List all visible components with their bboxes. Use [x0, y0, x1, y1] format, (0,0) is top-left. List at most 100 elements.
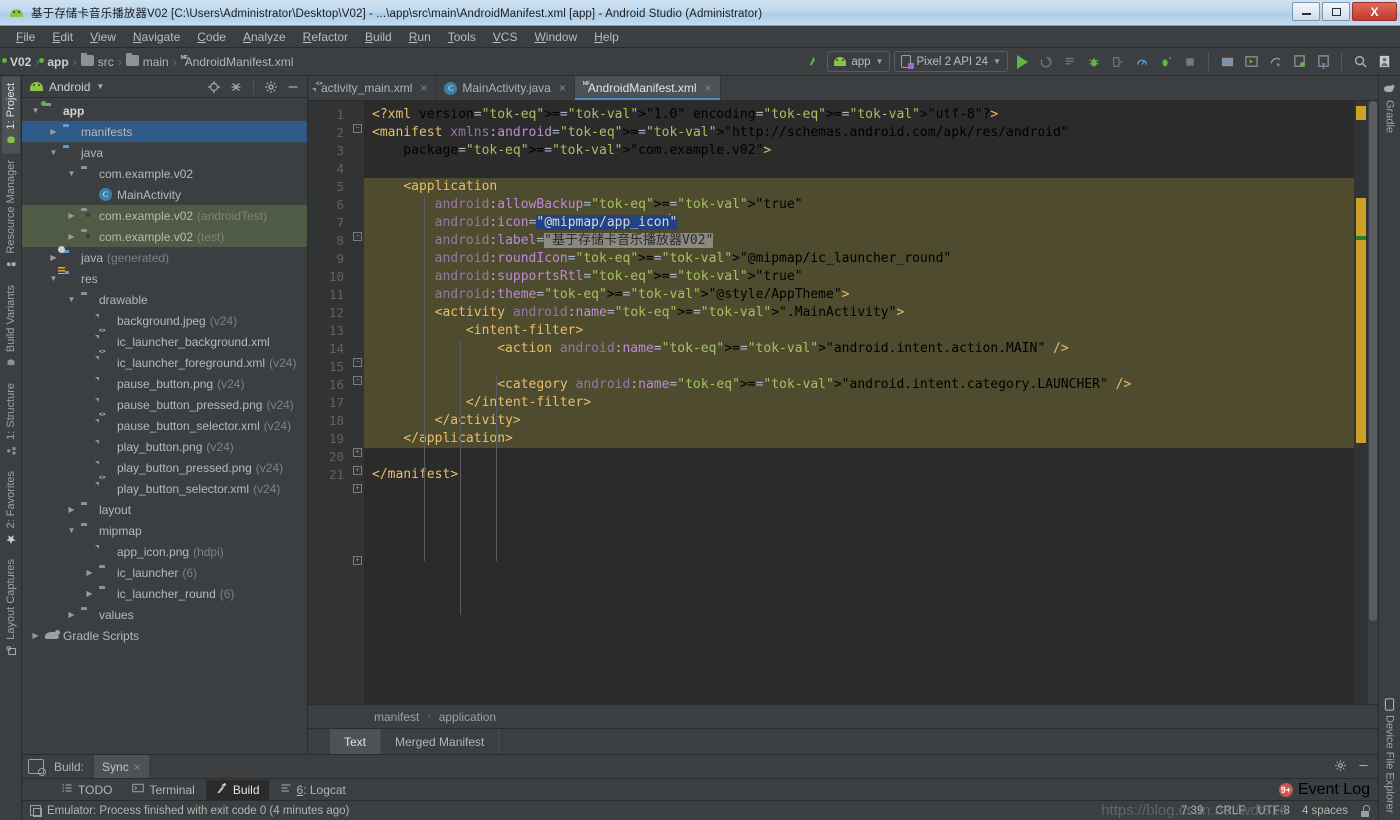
editor-tab-mainactivity-java[interactable]: C MainActivity.java ×: [436, 76, 575, 100]
expand-arrow-icon[interactable]: ▼: [66, 526, 77, 535]
code-line[interactable]: android:roundIcon="tok-eq">=="tok-val">"…: [364, 250, 1354, 268]
fold-marker[interactable]: +: [353, 484, 362, 493]
hide-panel-icon[interactable]: [285, 79, 301, 95]
expand-arrow-icon[interactable]: ▼: [66, 169, 77, 178]
close-icon[interactable]: ×: [705, 81, 712, 95]
tool-window-terminal[interactable]: Terminal: [123, 780, 203, 799]
code-line[interactable]: <activity android:name="tok-eq">=="tok-v…: [364, 304, 1354, 322]
run-icon[interactable]: [1012, 52, 1032, 72]
code-line[interactable]: [364, 160, 1354, 178]
caret-position[interactable]: 7:39: [1181, 805, 1203, 817]
tree-node-gradle-scripts[interactable]: ▶ Gradle Scripts: [22, 625, 307, 646]
event-log-area[interactable]: 9+ Event Log: [1278, 781, 1378, 799]
settings-gear-icon[interactable]: [1334, 759, 1347, 775]
menu-code[interactable]: Code: [189, 28, 234, 46]
fold-marker[interactable]: −: [353, 358, 362, 367]
code-line[interactable]: android:supportsRtl="tok-eq">=="tok-val"…: [364, 268, 1354, 286]
menu-window[interactable]: Window: [526, 28, 585, 46]
code-line[interactable]: android:allowBackup="tok-eq">=="tok-val"…: [364, 196, 1354, 214]
code-line[interactable]: android:label="基于存储卡音乐播放器V02": [364, 232, 1354, 250]
editor-breadcrumb-application[interactable]: application: [439, 710, 496, 724]
maximize-button[interactable]: [1322, 2, 1350, 21]
expand-arrow-icon[interactable]: ▶: [66, 211, 77, 220]
code-line[interactable]: <?xml version="tok-eq">=="tok-val">"1.0"…: [364, 106, 1354, 124]
highlight-marker[interactable]: [1356, 198, 1366, 443]
view-tab-merged-manifest[interactable]: Merged Manifest: [381, 729, 500, 754]
menu-edit[interactable]: Edit: [44, 28, 81, 46]
fold-marker[interactable]: +: [353, 466, 362, 475]
menu-help[interactable]: Help: [586, 28, 627, 46]
menu-navigate[interactable]: Navigate: [125, 28, 188, 46]
code-line[interactable]: <category android:name="tok-eq">=="tok-v…: [364, 376, 1354, 394]
expand-arrow-icon[interactable]: ▶: [84, 337, 95, 346]
tree-node-mainactivity[interactable]: ▶ C MainActivity: [22, 184, 307, 205]
run-coverage-icon[interactable]: [1156, 52, 1176, 72]
tree-node-ic-launcher[interactable]: ▶ ic_launcher (6): [22, 562, 307, 583]
code-line[interactable]: </activity>: [364, 412, 1354, 430]
expand-arrow-icon[interactable]: ▶: [84, 421, 95, 430]
user-icon[interactable]: [1374, 52, 1394, 72]
scrollbar-thumb[interactable]: [1369, 101, 1377, 621]
tree-node-play-button-pressed-png[interactable]: ▶ play_button_pressed.png (v24): [22, 457, 307, 478]
menu-run[interactable]: Run: [401, 28, 439, 46]
sync-gradle-icon[interactable]: [1265, 52, 1285, 72]
tree-node-ic-launcher-background-xml[interactable]: ▶ ic_launcher_background.xml: [22, 331, 307, 352]
code-folding-gutter[interactable]: − − − − + + + +: [350, 101, 364, 704]
line-separator[interactable]: CRLF: [1215, 805, 1245, 817]
stop-icon[interactable]: [1180, 52, 1200, 72]
tree-node-app[interactable]: ▼ app: [22, 100, 307, 121]
right-tab-device-file-explorer[interactable]: Device File Explorer: [1381, 691, 1399, 820]
attach-debugger-icon[interactable]: [1108, 52, 1128, 72]
tree-node-play-button-png[interactable]: ▶ play_button.png (v24): [22, 436, 307, 457]
close-icon[interactable]: ×: [559, 81, 566, 95]
expand-arrow-icon[interactable]: ▶: [84, 568, 95, 577]
debug-icon[interactable]: [1084, 52, 1104, 72]
error-stripe-markbar[interactable]: [1354, 101, 1368, 704]
expand-arrow-icon[interactable]: ▶: [84, 316, 95, 325]
expand-arrow-icon[interactable]: ▶: [84, 442, 95, 451]
tree-node-manifests[interactable]: ▶ manifests: [22, 121, 307, 142]
code-line[interactable]: android:theme="tok-eq">=="tok-val">"@sty…: [364, 286, 1354, 304]
chevron-down-icon[interactable]: ▼: [96, 82, 104, 91]
code-line[interactable]: [364, 358, 1354, 376]
breadcrumb-main[interactable]: main: [125, 52, 169, 69]
change-marker[interactable]: [1356, 236, 1366, 240]
expand-arrow-icon[interactable]: ▶: [84, 358, 95, 367]
tree-node-pause-button-selector-xml[interactable]: ▶ pause_button_selector.xml (v24): [22, 415, 307, 436]
tree-node-com-example-v02[interactable]: ▼ com.example.v02: [22, 163, 307, 184]
code-line[interactable]: </intent-filter>: [364, 394, 1354, 412]
close-icon[interactable]: ×: [134, 760, 141, 774]
close-icon[interactable]: ×: [420, 81, 427, 95]
expand-arrow-icon[interactable]: ▶: [66, 610, 77, 619]
tree-node-java[interactable]: ▼ java: [22, 142, 307, 163]
code-line[interactable]: android:icon="@mipmap/app_icon": [364, 214, 1354, 232]
left-tab-build-variants[interactable]: Build Variants: [2, 278, 20, 376]
code-line[interactable]: <application: [364, 178, 1354, 196]
settings-gear-icon[interactable]: [263, 79, 279, 95]
indent-setting[interactable]: 4 spaces: [1302, 805, 1348, 817]
expand-arrow-icon[interactable]: ▶: [66, 232, 77, 241]
profile-icon[interactable]: [1132, 52, 1152, 72]
left-tab-resource-manager[interactable]: Resource Manager: [2, 153, 20, 278]
tree-node-values[interactable]: ▶ values: [22, 604, 307, 625]
device-manager-icon[interactable]: [1289, 52, 1309, 72]
run-configuration-selector[interactable]: app ▼: [827, 51, 891, 72]
code-line[interactable]: package="tok-eq">=="tok-val">"com.exampl…: [364, 142, 1354, 160]
left-tab-1--project[interactable]: 1: Project: [1, 76, 20, 154]
left-tab-layout-captures[interactable]: Layout Captures: [2, 552, 20, 664]
make-project-icon[interactable]: [803, 52, 823, 72]
project-tree[interactable]: ▼ app ▶ manifests ▼ java ▼ com.example.v02 ▶ C Mai…: [22, 98, 307, 754]
expand-arrow-icon[interactable]: ▶: [84, 589, 95, 598]
tree-node-pause-button-png[interactable]: ▶ pause_button.png (v24): [22, 373, 307, 394]
code-line[interactable]: <action android:name="tok-eq">=="tok-val…: [364, 340, 1354, 358]
search-icon[interactable]: [1350, 52, 1370, 72]
hide-panel-icon[interactable]: [1357, 759, 1370, 775]
expand-arrow-icon[interactable]: ▼: [48, 148, 59, 157]
expand-arrow-icon[interactable]: ▼: [48, 274, 59, 283]
tool-window-6--logcat[interactable]: 6: Logcat: [271, 780, 355, 799]
menu-build[interactable]: Build: [357, 28, 400, 46]
file-encoding[interactable]: UTF-8: [1257, 805, 1290, 817]
tree-node-com-example-v02[interactable]: ▶ com.example.v02 (androidTest): [22, 205, 307, 226]
expand-arrow-icon[interactable]: ▶: [48, 127, 59, 136]
expand-arrow-icon[interactable]: ▼: [30, 106, 41, 115]
